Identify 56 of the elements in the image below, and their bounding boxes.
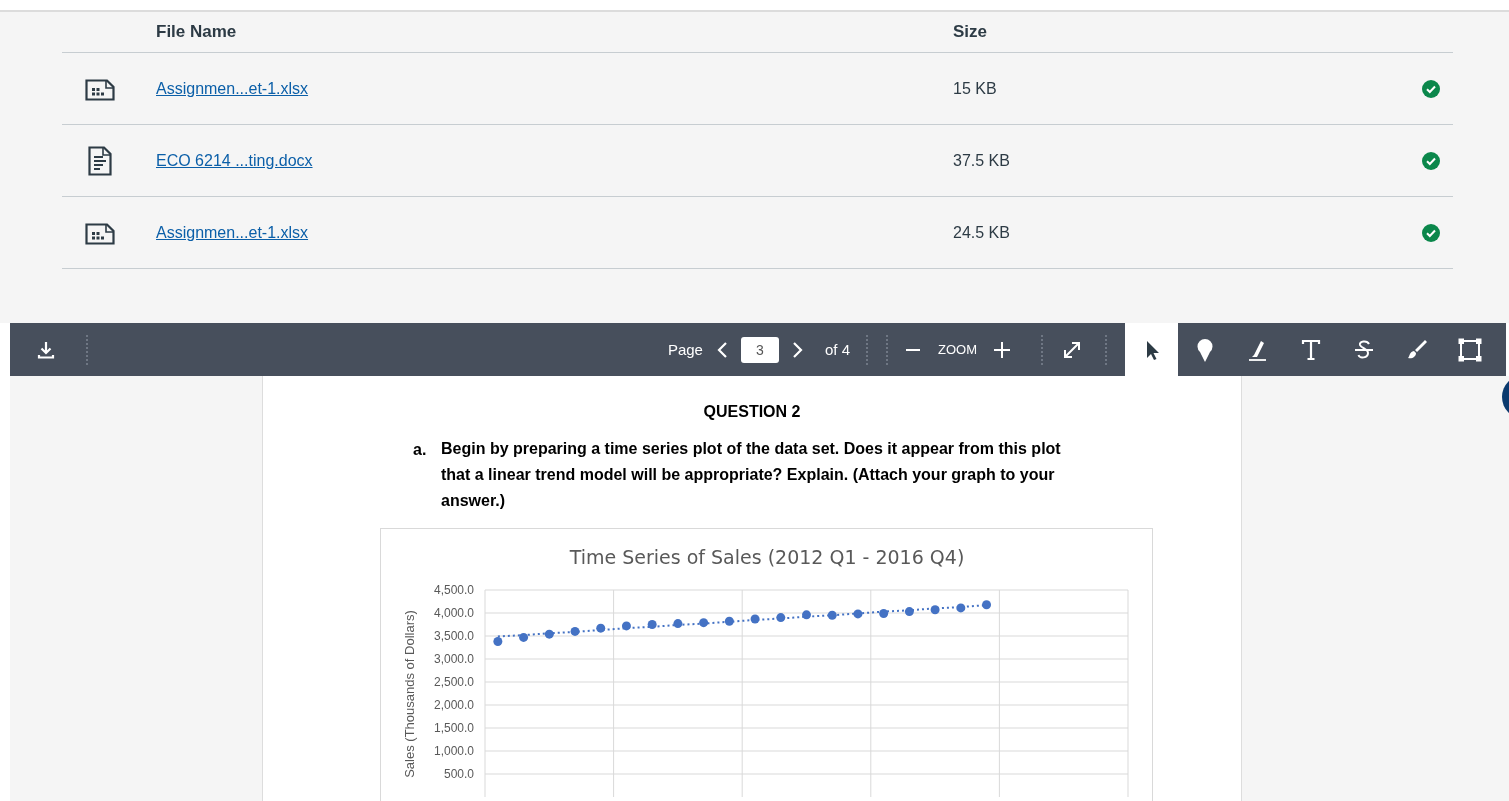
data-point: [699, 618, 709, 628]
minus-icon: [906, 348, 920, 351]
data-point: [596, 623, 606, 633]
y-tick-label: 1,500.0: [433, 721, 474, 735]
data-point: [621, 621, 631, 631]
y-tick-label: 1,000.0: [433, 744, 474, 758]
data-point: [982, 600, 992, 610]
file-link[interactable]: ECO 6214 ...ting.docx: [156, 151, 313, 169]
data-point: [956, 603, 966, 613]
zoom-label: ZOOM: [938, 342, 977, 357]
data-point: [724, 616, 734, 626]
y-tick-label: 4,000.0: [433, 606, 474, 620]
file-size: 15 KB: [953, 79, 998, 98]
data-point: [519, 632, 529, 642]
data-point: [570, 626, 580, 636]
page-total: of 4: [824, 341, 850, 358]
download-icon: [36, 339, 56, 360]
chevron-left-icon: [715, 340, 728, 359]
file-link[interactable]: Assignmen...et-1.xlsx: [156, 223, 309, 241]
question-heading: QUESTION 2: [702, 403, 802, 421]
document-file-icon: [88, 145, 112, 176]
y-tick-label: 500.0: [443, 767, 474, 781]
data-point: [673, 619, 683, 629]
y-tick-label: 3,500.0: [433, 629, 474, 643]
chevron-right-icon: [791, 340, 804, 359]
spreadsheet-file-icon: [85, 220, 115, 245]
chart-title: Time Series of Sales (2012 Q1 - 2016 Q4): [569, 546, 965, 568]
data-point: [802, 610, 811, 620]
plus-icon: [993, 340, 1011, 359]
spreadsheet-file-icon: [85, 76, 115, 101]
data-point: [776, 613, 786, 623]
file-size: 37.5 KB: [953, 151, 1011, 170]
data-point: [544, 629, 554, 639]
list-marker: a.: [413, 441, 428, 460]
y-axis-title: Sales (Thousands of Dollars): [402, 610, 417, 778]
data-point: [930, 605, 940, 615]
data-point: [493, 637, 503, 646]
data-point: [750, 614, 760, 624]
data-point: [853, 609, 863, 619]
question-text: Begin by preparing a time series plot of the data set. Does it appear from this plot that a linear trend model will be appropriate? Explain. (Attach your graph to your answer.): [441, 439, 1062, 511]
file-link[interactable]: Assignmen...et-1.xlsx: [156, 79, 309, 97]
data-point: [879, 608, 889, 618]
y-tick-label: 2,000.0: [433, 698, 474, 712]
page-number-field[interactable]: 3: [740, 336, 779, 363]
column-header: Size: [953, 22, 989, 42]
data-point: [904, 607, 914, 617]
y-tick-label: 3,000.0: [433, 652, 474, 666]
column-header: File Name: [156, 22, 238, 42]
pointer-tool-button[interactable]: [1125, 323, 1178, 376]
area-icon: [1456, 336, 1483, 363]
page-label: Page: [667, 341, 703, 358]
data-point: [827, 610, 837, 620]
file-size: 24.5 KB: [953, 223, 1011, 242]
data-point: [647, 620, 657, 629]
y-tick-label: 2,500.0: [433, 675, 474, 689]
y-tick-label: 4,500.0: [433, 583, 474, 597]
